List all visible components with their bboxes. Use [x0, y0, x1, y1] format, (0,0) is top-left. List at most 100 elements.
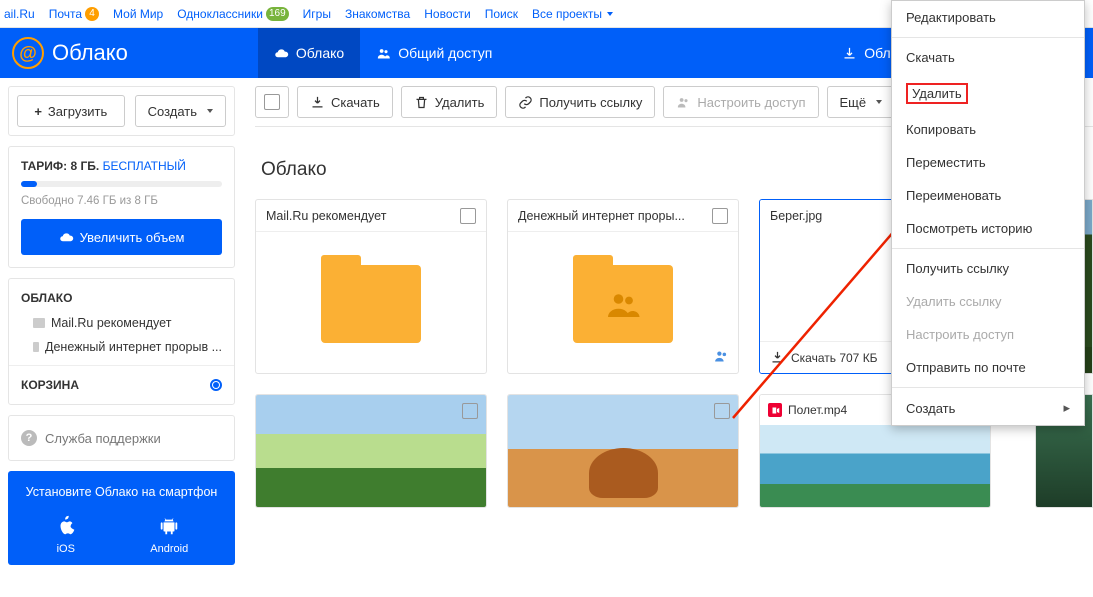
mailru-at-icon: @	[12, 37, 44, 69]
folder-icon	[33, 342, 39, 352]
enlarge-button[interactable]: Увеличить объем	[21, 219, 222, 255]
download-size-label[interactable]: Скачать 707 КБ	[791, 351, 878, 365]
nav-mymir[interactable]: Мой Мир	[113, 7, 163, 21]
nav-all-label: Все проекты	[532, 7, 602, 21]
select-all-checkbox[interactable]	[255, 86, 289, 118]
tab-cloud-label: Облако	[296, 45, 344, 61]
card-checkbox[interactable]	[712, 208, 728, 224]
android-label: Android	[150, 543, 188, 555]
toolbar-share[interactable]: Настроить доступ	[663, 86, 818, 118]
tarif-free-link[interactable]: БЕСПЛАТНЫЙ	[103, 159, 186, 173]
ios-link[interactable]: iOS	[55, 513, 77, 555]
nav-news[interactable]: Новости	[424, 7, 470, 21]
folder-card-recommend[interactable]: Mail.Ru рекомендует	[255, 199, 487, 374]
toolbar-delete[interactable]: Удалить	[401, 86, 498, 118]
storage-progress	[21, 181, 222, 187]
tree-item-money[interactable]: Денежный интернет прорыв ...	[9, 335, 234, 359]
android-link[interactable]: Android	[150, 513, 188, 555]
cloud-icon	[274, 46, 289, 61]
ctx-share: Настроить доступ	[892, 318, 1084, 351]
nav-ok-label: Одноклассники	[177, 7, 263, 21]
nav-mail[interactable]: Почта 4	[49, 7, 99, 21]
tab-shared[interactable]: Общий доступ	[360, 28, 508, 78]
card-checkbox[interactable]	[714, 403, 730, 419]
toolbar-more[interactable]: Ещё	[827, 86, 896, 118]
nav-mailru[interactable]: ail.Ru	[4, 7, 35, 21]
file-thumb-2[interactable]	[507, 394, 739, 508]
ctx-dellink: Удалить ссылку	[892, 285, 1084, 318]
nav-dating[interactable]: Знакомства	[345, 7, 410, 21]
question-icon: ?	[21, 430, 37, 446]
folder-icon	[33, 318, 45, 328]
toolbar-download-label: Скачать	[331, 95, 380, 110]
tree-cloud-title[interactable]: ОБЛАКО	[9, 285, 234, 311]
mail-badge: 4	[85, 7, 99, 21]
support-label: Служба поддержки	[45, 431, 161, 446]
ios-label: iOS	[57, 543, 75, 555]
ctx-getlink[interactable]: Получить ссылку	[892, 252, 1084, 285]
ctx-mail[interactable]: Отправить по почте	[892, 351, 1084, 384]
card-checkbox[interactable]	[462, 403, 478, 419]
apple-icon	[55, 513, 77, 539]
thumbnail	[760, 425, 990, 507]
nav-mail-label: Почта	[49, 7, 82, 21]
ctx-copy[interactable]: Копировать	[892, 113, 1084, 146]
video-icon	[768, 403, 782, 417]
cloud-icon	[59, 230, 74, 245]
toolbar-delete-label: Удалить	[435, 95, 485, 110]
folder-icon	[321, 265, 421, 343]
file-thumb-1[interactable]	[255, 394, 487, 508]
toolbar-getlink[interactable]: Получить ссылку	[505, 86, 655, 118]
link-icon	[518, 95, 533, 110]
chevron-down-icon	[607, 12, 613, 16]
logo-text: Облако	[52, 40, 128, 66]
folder-shared-icon	[573, 265, 673, 343]
card-title: Полет.mp4	[788, 403, 847, 417]
folder-card-money[interactable]: Денежный интернет проры...	[507, 199, 739, 374]
nav-ok[interactable]: Одноклассники 169	[177, 7, 288, 21]
toolbar-more-label: Ещё	[840, 95, 867, 110]
ctx-create[interactable]: Создать▸	[892, 391, 1084, 425]
ctx-edit[interactable]: Редактировать	[892, 1, 1084, 34]
shared-badge-icon	[713, 348, 730, 369]
mobile-panel: Установите Облако на смартфон iOS Androi…	[8, 471, 235, 565]
people-icon	[605, 287, 641, 323]
nav-search[interactable]: Поиск	[485, 7, 518, 21]
tarif-label: ТАРИФ: 8 ГБ.	[21, 159, 99, 173]
logo[interactable]: @ Облако	[12, 37, 128, 69]
trash-icon	[414, 95, 429, 110]
upload-label: Загрузить	[48, 104, 107, 119]
download-icon	[770, 350, 785, 365]
tree-trash-title[interactable]: КОРЗИНА	[9, 372, 234, 398]
create-button[interactable]: Создать	[135, 95, 226, 127]
tree-item-recommend[interactable]: Mail.Ru рекомендует	[9, 311, 234, 335]
toolbar-getlink-label: Получить ссылку	[539, 95, 642, 110]
card-title: Берег.jpg	[770, 209, 822, 223]
download-icon	[310, 95, 325, 110]
support-link[interactable]: ? Служба поддержки	[8, 415, 235, 461]
ctx-move[interactable]: Переместить	[892, 146, 1084, 179]
card-checkbox[interactable]	[460, 208, 476, 224]
thumbnail	[256, 395, 486, 507]
nav-games[interactable]: Игры	[303, 7, 331, 21]
thumbnail	[508, 395, 738, 507]
sidebar: +Загрузить Создать ТАРИФ: 8 ГБ. БЕСПЛАТН…	[0, 78, 243, 573]
download-icon	[842, 46, 857, 61]
upload-button[interactable]: +Загрузить	[17, 95, 125, 127]
android-icon	[158, 513, 180, 539]
tab-cloud[interactable]: Облако	[258, 28, 360, 78]
radio-icon	[210, 379, 222, 391]
card-title: Mail.Ru рекомендует	[266, 209, 386, 223]
ctx-delete[interactable]: Удалить	[892, 74, 1084, 113]
storage-free-text: Свободно 7.46 ГБ из 8 ГБ	[21, 195, 222, 207]
ctx-history[interactable]: Посмотреть историю	[892, 212, 1084, 245]
create-label: Создать	[148, 104, 197, 119]
ctx-rename[interactable]: Переименовать	[892, 179, 1084, 212]
tarif-panel: ТАРИФ: 8 ГБ. БЕСПЛАТНЫЙ Свободно 7.46 ГБ…	[8, 146, 235, 268]
nav-allprojects[interactable]: Все проекты	[532, 7, 613, 21]
ctx-download[interactable]: Скачать	[892, 41, 1084, 74]
toolbar-download[interactable]: Скачать	[297, 86, 393, 118]
mobile-title: Установите Облако на смартфон	[18, 485, 225, 499]
enlarge-label: Увеличить объем	[80, 230, 185, 245]
tree-panel: ОБЛАКО Mail.Ru рекомендует Денежный инте…	[8, 278, 235, 405]
